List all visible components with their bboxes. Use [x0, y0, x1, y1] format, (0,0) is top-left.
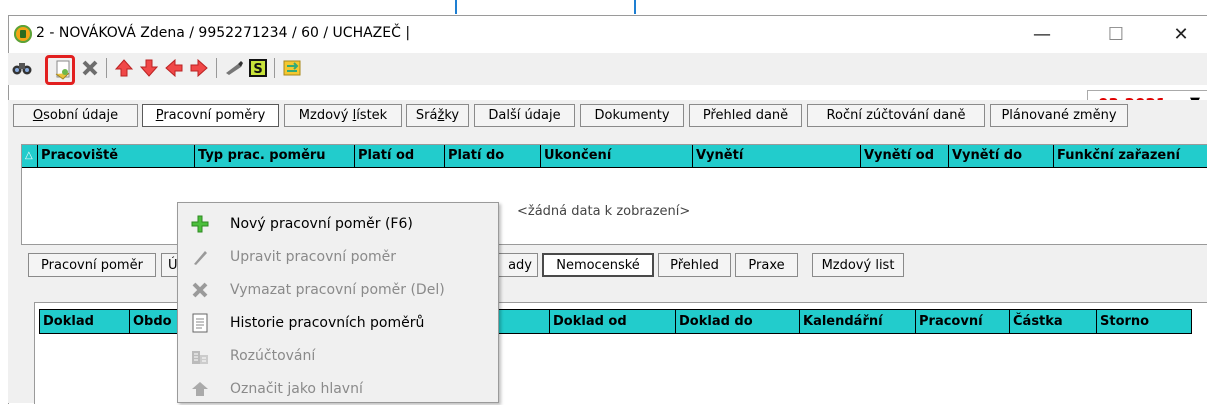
tab-osobni-udaje[interactable]: Osobní údaje [13, 104, 138, 127]
new-record-highlight [45, 55, 75, 85]
pencil-icon [190, 247, 210, 267]
btab-praxe[interactable]: Praxe [735, 253, 798, 277]
menu-item-delete-employment[interactable]: Vymazat pracovní poměr (Del) [178, 273, 498, 306]
col-storno[interactable]: Storno [1096, 310, 1191, 333]
tab-planovane-zmeny[interactable]: Plánované změny [990, 104, 1128, 127]
col-vyneti[interactable]: Vynětí [692, 145, 860, 167]
pen-icon[interactable] [224, 58, 244, 78]
svg-text:S: S [253, 62, 262, 77]
col-pracoviste[interactable]: Pracoviště [37, 145, 194, 167]
document-icon [190, 313, 210, 333]
arrow-down-icon[interactable] [139, 58, 159, 78]
tab-dokumenty[interactable]: Dokumenty [580, 104, 684, 127]
swap-icon[interactable] [282, 58, 302, 78]
minimize-button[interactable]: — [1020, 20, 1064, 48]
binoculars-icon[interactable] [12, 58, 32, 78]
title-bar: 2 - NOVÁKOVÁ Zdena / 9952271234 / 60 / U… [9, 16, 1207, 52]
menu-item-employment-history[interactable]: Historie pracovních poměrů [178, 306, 498, 339]
col-typ-prac-pomeru[interactable]: Typ prac. poměru [194, 145, 354, 167]
col-doklad-do[interactable]: Doklad do [675, 310, 799, 333]
tab-srazky[interactable]: Srážky [406, 104, 469, 127]
col-vyneti-do[interactable]: Vynětí do [948, 145, 1053, 167]
col-plati-do[interactable]: Platí do [444, 145, 540, 167]
tab-dalsi-udaje[interactable]: Další údaje [474, 104, 575, 127]
btab-nemocenske[interactable]: Nemocenské [542, 253, 654, 277]
top-divider-left [455, 0, 457, 14]
tab-rocni-zuctovani-dane[interactable]: Roční zúčtování daně [807, 104, 985, 127]
btab-prehled[interactable]: Přehled [658, 253, 731, 277]
btab-pracovni-pomer[interactable]: Pracovní poměr [28, 253, 156, 277]
arrow-right-icon[interactable] [189, 58, 209, 78]
menu-item-new-employment[interactable]: Nový pracovní poměr (F6) [178, 207, 498, 240]
menu-item-mark-primary[interactable]: Označit jako hlavní [178, 372, 498, 405]
s-icon[interactable]: S [248, 58, 268, 78]
tabs-row: Osobní údaje Pracovní poměry Mzdový líst… [8, 100, 1207, 132]
arrow-left-icon[interactable] [164, 58, 184, 78]
delete-x-icon[interactable] [80, 58, 100, 78]
house-arrow-icon [190, 379, 210, 399]
arrow-up-icon[interactable] [114, 58, 134, 78]
window-title: 2 - NOVÁKOVÁ Zdena / 9952271234 / 60 / U… [36, 25, 411, 41]
context-menu: Nový pracovní poměr (F6) Upravit pracovn… [177, 202, 499, 403]
col-funkcni-zarazeni[interactable]: Funkční zařazení [1053, 145, 1207, 167]
menu-item-edit-employment[interactable]: Upravit pracovní poměr [178, 240, 498, 273]
delete-x-icon [190, 280, 210, 300]
col-doklad-od[interactable]: Doklad od [549, 310, 675, 333]
top-divider-right [634, 0, 636, 14]
toolbar: S [8, 53, 1207, 85]
buildings-icon [190, 346, 210, 366]
employment-grid-header: △ Pracoviště Typ prac. poměru Platí od P… [22, 145, 1207, 168]
col-ukonceni[interactable]: Ukončení [540, 145, 692, 167]
col-castka[interactable]: Částka [1009, 310, 1096, 333]
btab-mzdovy-list[interactable]: Mzdový list [812, 253, 904, 277]
maximize-button[interactable]: ☐ [1094, 20, 1138, 48]
col-plati-od[interactable]: Platí od [354, 145, 444, 167]
tab-pracovni-pomery[interactable]: Pracovní poměry [142, 104, 279, 127]
col-doklad[interactable]: Doklad [40, 310, 129, 333]
app-logo-icon [14, 25, 32, 43]
col-vyneti-od[interactable]: Vynětí od [860, 145, 948, 167]
tab-mzdovy-listek[interactable]: Mzdový lístek [284, 104, 402, 127]
col-kalendarni[interactable]: Kalendářní [799, 310, 915, 333]
sort-indicator-icon[interactable]: △ [22, 145, 37, 167]
tab-prehled-dane[interactable]: Přehled daně [689, 104, 802, 127]
menu-item-allocation[interactable]: Rozúčtování [178, 339, 498, 372]
empty-message: <žádná data k zobrazení> [517, 204, 691, 219]
col-pracovni[interactable]: Pracovní [915, 310, 1009, 333]
close-button[interactable]: ✕ [1159, 20, 1203, 48]
plus-icon [190, 214, 210, 234]
